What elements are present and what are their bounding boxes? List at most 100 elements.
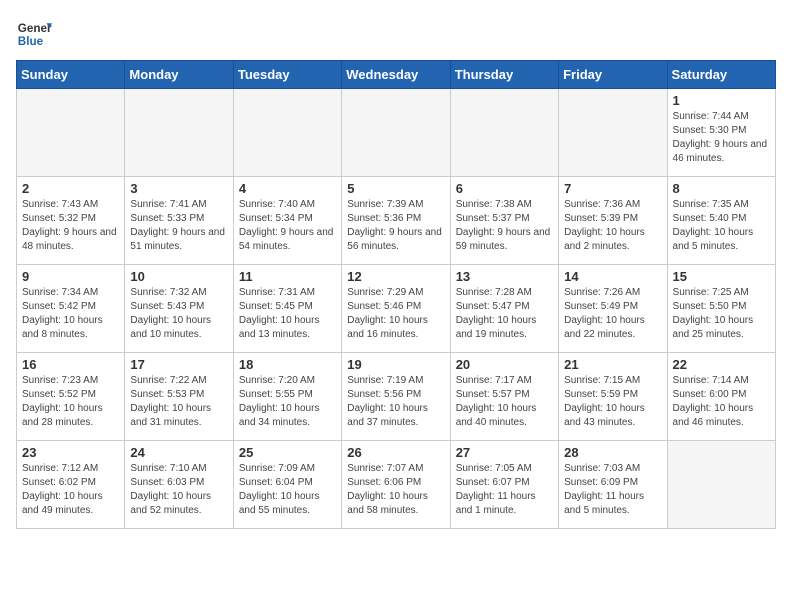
svg-text:General: General bbox=[18, 22, 52, 35]
day-info: Sunrise: 7:10 AM Sunset: 6:03 PM Dayligh… bbox=[130, 462, 227, 518]
day-info: Sunrise: 7:03 AM Sunset: 6:09 PM Dayligh… bbox=[564, 462, 661, 518]
day-number: 8 bbox=[673, 181, 770, 196]
day-info: Sunrise: 7:28 AM Sunset: 5:47 PM Dayligh… bbox=[456, 286, 553, 342]
day-cell: 26 Sunrise: 7:07 AM Sunset: 6:06 PM Dayli… bbox=[342, 441, 450, 529]
logo: General Blue bbox=[16, 16, 52, 52]
day-cell: 21 Sunrise: 7:15 AM Sunset: 5:59 PM Dayli… bbox=[559, 353, 667, 441]
day-cell: 17 Sunrise: 7:22 AM Sunset: 5:53 PM Dayli… bbox=[125, 353, 233, 441]
day-info: Sunrise: 7:05 AM Sunset: 6:07 PM Dayligh… bbox=[456, 462, 553, 518]
day-cell: 25 Sunrise: 7:09 AM Sunset: 6:04 PM Dayli… bbox=[233, 441, 341, 529]
day-cell: 16Sunrise: 7:23 AM Sunset: 5:52 PM Dayli… bbox=[17, 353, 125, 441]
day-number: 17 bbox=[130, 357, 227, 372]
day-info: Sunrise: 7:44 AM Sunset: 5:30 PM Dayligh… bbox=[673, 110, 770, 166]
day-info: Sunrise: 7:23 AM Sunset: 5:52 PM Dayligh… bbox=[22, 374, 119, 430]
day-number: 21 bbox=[564, 357, 661, 372]
day-number: 14 bbox=[564, 269, 661, 284]
weekday-header-thursday: Thursday bbox=[450, 61, 558, 89]
day-number: 10 bbox=[130, 269, 227, 284]
day-number: 20 bbox=[456, 357, 553, 372]
day-cell: 28 Sunrise: 7:03 AM Sunset: 6:09 PM Dayli… bbox=[559, 441, 667, 529]
day-cell: 13 Sunrise: 7:28 AM Sunset: 5:47 PM Dayli… bbox=[450, 265, 558, 353]
day-number: 6 bbox=[456, 181, 553, 196]
day-cell: 7 Sunrise: 7:36 AM Sunset: 5:39 PM Daylig… bbox=[559, 177, 667, 265]
week-row-5: 23 Sunrise: 7:12 AM Sunset: 6:02 PM Dayli… bbox=[17, 441, 776, 529]
day-number: 25 bbox=[239, 445, 336, 460]
day-number: 2 bbox=[22, 181, 119, 196]
day-cell: 11 Sunrise: 7:31 AM Sunset: 5:45 PM Dayli… bbox=[233, 265, 341, 353]
day-info: Sunrise: 7:29 AM Sunset: 5:46 PM Dayligh… bbox=[347, 286, 444, 342]
day-cell: 14 Sunrise: 7:26 AM Sunset: 5:49 PM Dayli… bbox=[559, 265, 667, 353]
day-number: 27 bbox=[456, 445, 553, 460]
svg-text:Blue: Blue bbox=[18, 35, 44, 48]
day-info: Sunrise: 7:25 AM Sunset: 5:50 PM Dayligh… bbox=[673, 286, 770, 342]
day-number: 7 bbox=[564, 181, 661, 196]
day-info: Sunrise: 7:22 AM Sunset: 5:53 PM Dayligh… bbox=[130, 374, 227, 430]
weekday-header-tuesday: Tuesday bbox=[233, 61, 341, 89]
logo-icon: General Blue bbox=[16, 16, 52, 52]
day-number: 4 bbox=[239, 181, 336, 196]
weekday-header-wednesday: Wednesday bbox=[342, 61, 450, 89]
day-cell: 1 Sunrise: 7:44 AM Sunset: 5:30 PM Daylig… bbox=[667, 89, 775, 177]
day-info: Sunrise: 7:19 AM Sunset: 5:56 PM Dayligh… bbox=[347, 374, 444, 430]
day-info: Sunrise: 7:15 AM Sunset: 5:59 PM Dayligh… bbox=[564, 374, 661, 430]
day-info: Sunrise: 7:07 AM Sunset: 6:06 PM Dayligh… bbox=[347, 462, 444, 518]
day-cell: 22 Sunrise: 7:14 AM Sunset: 6:00 PM Dayli… bbox=[667, 353, 775, 441]
day-number: 5 bbox=[347, 181, 444, 196]
day-cell: 20 Sunrise: 7:17 AM Sunset: 5:57 PM Dayli… bbox=[450, 353, 558, 441]
day-number: 22 bbox=[673, 357, 770, 372]
day-number: 23 bbox=[22, 445, 119, 460]
day-cell bbox=[125, 89, 233, 177]
day-cell: 24Sunrise: 7:10 AM Sunset: 6:03 PM Dayli… bbox=[125, 441, 233, 529]
day-cell: 4Sunrise: 7:40 AM Sunset: 5:34 PM Daylig… bbox=[233, 177, 341, 265]
day-cell: 12 Sunrise: 7:29 AM Sunset: 5:46 PM Dayli… bbox=[342, 265, 450, 353]
day-info: Sunrise: 7:43 AM Sunset: 5:32 PM Dayligh… bbox=[22, 198, 119, 254]
day-number: 28 bbox=[564, 445, 661, 460]
day-number: 15 bbox=[673, 269, 770, 284]
day-info: Sunrise: 7:14 AM Sunset: 6:00 PM Dayligh… bbox=[673, 374, 770, 430]
day-info: Sunrise: 7:38 AM Sunset: 5:37 PM Dayligh… bbox=[456, 198, 553, 254]
day-cell: 6 Sunrise: 7:38 AM Sunset: 5:37 PM Daylig… bbox=[450, 177, 558, 265]
day-info: Sunrise: 7:32 AM Sunset: 5:43 PM Dayligh… bbox=[130, 286, 227, 342]
day-cell: 3 Sunrise: 7:41 AM Sunset: 5:33 PM Daylig… bbox=[125, 177, 233, 265]
day-number: 3 bbox=[130, 181, 227, 196]
day-number: 13 bbox=[456, 269, 553, 284]
weekday-header-saturday: Saturday bbox=[667, 61, 775, 89]
week-row-3: 9Sunrise: 7:34 AM Sunset: 5:42 PM Daylig… bbox=[17, 265, 776, 353]
day-cell: 10 Sunrise: 7:32 AM Sunset: 5:43 PM Dayli… bbox=[125, 265, 233, 353]
week-row-1: 1 Sunrise: 7:44 AM Sunset: 5:30 PM Daylig… bbox=[17, 89, 776, 177]
day-cell bbox=[17, 89, 125, 177]
day-info: Sunrise: 7:39 AM Sunset: 5:36 PM Dayligh… bbox=[347, 198, 444, 254]
day-cell: 15 Sunrise: 7:25 AM Sunset: 5:50 PM Dayli… bbox=[667, 265, 775, 353]
day-number: 9 bbox=[22, 269, 119, 284]
calendar-table: SundayMondayTuesdayWednesdayThursdayFrid… bbox=[16, 60, 776, 529]
weekday-header-friday: Friday bbox=[559, 61, 667, 89]
day-cell bbox=[450, 89, 558, 177]
week-row-4: 16Sunrise: 7:23 AM Sunset: 5:52 PM Dayli… bbox=[17, 353, 776, 441]
day-number: 18 bbox=[239, 357, 336, 372]
day-info: Sunrise: 7:17 AM Sunset: 5:57 PM Dayligh… bbox=[456, 374, 553, 430]
day-info: Sunrise: 7:20 AM Sunset: 5:55 PM Dayligh… bbox=[239, 374, 336, 430]
day-info: Sunrise: 7:41 AM Sunset: 5:33 PM Dayligh… bbox=[130, 198, 227, 254]
weekday-header-row: SundayMondayTuesdayWednesdayThursdayFrid… bbox=[17, 61, 776, 89]
day-cell: 5 Sunrise: 7:39 AM Sunset: 5:36 PM Daylig… bbox=[342, 177, 450, 265]
day-info: Sunrise: 7:35 AM Sunset: 5:40 PM Dayligh… bbox=[673, 198, 770, 254]
day-number: 11 bbox=[239, 269, 336, 284]
day-cell bbox=[233, 89, 341, 177]
day-info: Sunrise: 7:09 AM Sunset: 6:04 PM Dayligh… bbox=[239, 462, 336, 518]
day-number: 1 bbox=[673, 93, 770, 108]
day-info: Sunrise: 7:36 AM Sunset: 5:39 PM Dayligh… bbox=[564, 198, 661, 254]
day-info: Sunrise: 7:31 AM Sunset: 5:45 PM Dayligh… bbox=[239, 286, 336, 342]
day-cell: 23 Sunrise: 7:12 AM Sunset: 6:02 PM Dayli… bbox=[17, 441, 125, 529]
day-number: 19 bbox=[347, 357, 444, 372]
day-info: Sunrise: 7:26 AM Sunset: 5:49 PM Dayligh… bbox=[564, 286, 661, 342]
header: General Blue bbox=[16, 16, 776, 52]
day-number: 26 bbox=[347, 445, 444, 460]
day-cell: 2 Sunrise: 7:43 AM Sunset: 5:32 PM Daylig… bbox=[17, 177, 125, 265]
day-cell bbox=[342, 89, 450, 177]
day-info: Sunrise: 7:12 AM Sunset: 6:02 PM Dayligh… bbox=[22, 462, 119, 518]
day-number: 12 bbox=[347, 269, 444, 284]
day-cell bbox=[667, 441, 775, 529]
weekday-header-monday: Monday bbox=[125, 61, 233, 89]
day-cell: 27 Sunrise: 7:05 AM Sunset: 6:07 PM Dayli… bbox=[450, 441, 558, 529]
weekday-header-sunday: Sunday bbox=[17, 61, 125, 89]
